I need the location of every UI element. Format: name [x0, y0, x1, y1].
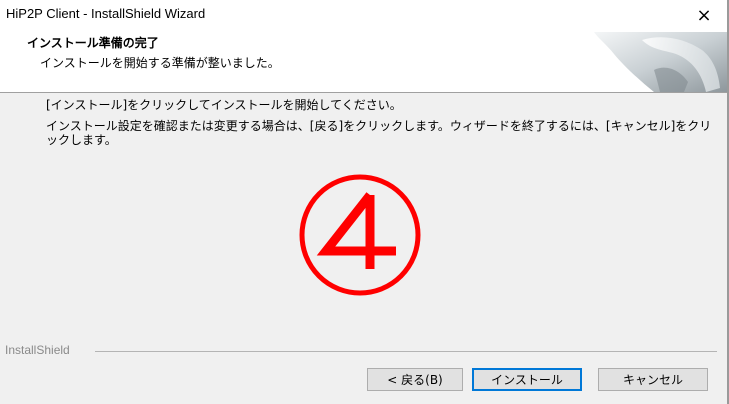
close-icon[interactable]: × — [681, 0, 727, 30]
divider — [95, 351, 717, 352]
details-text: インストール設定を確認または変更する場合は、[戻る]をクリックします。ウィザード… — [46, 119, 712, 147]
instruction-text: [インストール]をクリックしてインストールを開始してください。 — [46, 98, 402, 112]
installshield-graphic-icon — [594, 32, 727, 92]
back-button[interactable]: < 戻る(B) — [367, 368, 463, 391]
title-bar: HiP2P Client - InstallShield Wizard × — [0, 0, 727, 30]
step-marker-icon — [299, 174, 421, 296]
wizard-content: [インストール]をクリックしてインストールを開始してください。 インストール設定… — [0, 93, 727, 343]
page-subtitle: インストールを開始する準備が整いました。 — [40, 56, 280, 70]
brand-row: InstallShield — [0, 340, 727, 360]
installshield-brand: InstallShield — [5, 343, 70, 357]
wizard-header: インストール準備の完了 インストールを開始する準備が整いました。 — [0, 30, 727, 93]
installshield-wizard-window: HiP2P Client - InstallShield Wizard × イン… — [0, 0, 729, 404]
page-title: インストール準備の完了 — [27, 36, 159, 50]
install-button[interactable]: インストール — [472, 368, 582, 391]
window-title: HiP2P Client - InstallShield Wizard — [6, 6, 206, 21]
cancel-button[interactable]: キャンセル — [598, 368, 708, 391]
